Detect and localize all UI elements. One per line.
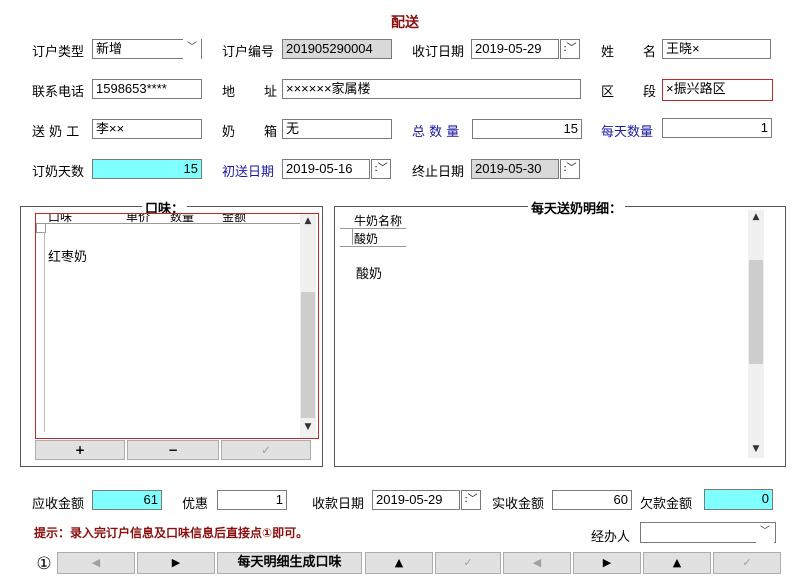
box-label-b: 箱 [264,125,278,140]
flavor-col-flavor: 口味 [48,214,73,224]
district-field[interactable]: ×振兴路区 [662,79,773,101]
chevron-down-icon[interactable]: ▼ [748,444,764,454]
order-days-field[interactable]: 15 [92,159,202,179]
phone-field[interactable]: 1598653**** [92,79,202,99]
address-field[interactable]: ××××××家属楼 [282,79,581,99]
flavor-row[interactable]: 红枣奶 [48,246,87,265]
chevron-up-icon[interactable]: ▲ [300,216,316,226]
remove-flavor-button[interactable]: − [127,440,219,460]
daily-row-selector[interactable] [340,228,353,245]
triangle-left-icon: ◀ [91,556,101,569]
start-date-field[interactable]: 2019-05-16 [282,159,370,179]
box-label-a: 奶 [222,125,236,140]
scroll-thumb[interactable] [301,292,315,418]
order-type-value: 新增 [96,41,123,56]
hint-text: 提示：录入完订户信息及口味信息后直接点①即可。 [34,526,309,540]
receivable-field[interactable]: 61 [92,490,162,510]
next-record-button[interactable]: ▶ [137,552,215,574]
check-icon: ✓ [742,556,752,569]
address-label-b: 址 [264,85,278,100]
spinner-icon[interactable]: :﹀ [461,490,481,510]
window-title: 配送 [391,15,419,31]
chevron-up-icon[interactable]: ▲ [748,212,764,222]
scroll-thumb[interactable] [749,260,763,364]
flavor-col-qty: 数量 [170,214,195,224]
worker-field[interactable]: 李×× [92,119,202,139]
name-field[interactable]: 王晓× [662,39,771,59]
daily-header-row: 酸奶 [340,228,406,247]
order-no-label: 订户编号 [222,45,275,60]
check-icon: ✓ [260,443,272,457]
confirm-flavor-button[interactable]: ✓ [221,440,311,460]
flavor-scrollbar[interactable]: ▲ ▼ [300,214,316,438]
name-label: 名 [643,45,657,60]
add-flavor-button[interactable]: + [35,440,125,460]
chevron-down-icon[interactable]: ﹀ [183,39,201,59]
triangle-up-icon: ▲ [672,556,682,569]
total-quantity-field[interactable]: 15 [472,119,582,139]
chevron-down-icon[interactable]: ﹀ [756,523,774,543]
triangle-right-icon: ▶ [602,556,612,569]
next-button-b[interactable]: ▶ [573,552,641,574]
daily-row[interactable]: 酸奶 [356,263,382,282]
triangle-right-icon: ▶ [171,556,181,569]
total-quantity-label: 总 数 量 [412,125,460,140]
handler-label: 经办人 [591,530,631,545]
move-up-button[interactable]: ▲ [365,552,433,574]
order-no-field[interactable]: 201905290004 [282,39,392,59]
district-label-b: 段 [643,85,657,100]
order-days-label: 订奶天数 [32,165,85,180]
spinner-icon[interactable]: :﹀ [560,159,580,179]
generate-flavor-button[interactable]: 每天明细生成口味 [217,552,362,574]
confirm-button-b[interactable]: ✓ [713,552,781,574]
flavor-grid[interactable]: 口味 单价 数量 金额 红枣奶 ▲ ▼ [35,213,319,439]
order-date-field[interactable]: 2019-05-29 [471,39,559,59]
daily-quantity-field[interactable]: 1 [662,118,772,138]
pay-date-field[interactable]: 2019-05-29 [372,490,460,510]
prev-button-b[interactable]: ◀ [503,552,571,574]
daily-grid-header: 牛奶名称 [340,210,406,229]
address-label-a: 地 [222,85,236,100]
flavor-col-price: 单价 [126,214,151,224]
pay-date-label: 收款日期 [312,497,365,512]
grid-divider [44,232,45,432]
move-up-button-b[interactable]: ▲ [643,552,711,574]
surname-label: 姓 [601,45,615,60]
phone-label: 联系电话 [32,85,85,100]
prev-record-button[interactable]: ◀ [57,552,135,574]
flavor-col-amount: 金额 [222,214,247,224]
chevron-down-icon[interactable]: ▼ [300,422,316,432]
paid-label: 实收金额 [492,497,545,512]
spinner-icon[interactable]: :﹀ [560,39,580,59]
spinner-icon[interactable]: :﹀ [371,159,391,179]
daily-quantity-label: 每天数量 [601,125,654,140]
box-field[interactable]: 无 [282,119,392,139]
daily-header-row-text: 酸奶 [354,232,379,246]
end-date-label: 终止日期 [412,165,465,180]
daily-scrollbar[interactable]: ▲ ▼ [748,210,764,458]
paid-field[interactable]: 60 [552,490,632,510]
flavor-grid-header: 口味 单价 数量 金额 [36,214,300,224]
start-date-label: 初送日期 [222,165,275,180]
discount-field[interactable]: 1 [217,490,287,510]
discount-label: 优惠 [182,497,209,512]
triangle-up-icon: ▲ [394,556,404,569]
owed-field[interactable]: 0 [704,489,773,510]
worker-label: 送 奶 工 [32,125,80,140]
run-circle-icon[interactable]: ① [34,554,54,574]
daily-col-milk-name: 牛奶名称 [354,214,403,228]
end-date-field[interactable]: 2019-05-30 [471,159,559,179]
owed-label: 欠款金额 [640,497,693,512]
order-date-label: 收订日期 [412,45,465,60]
receivable-label: 应收金额 [32,497,85,512]
order-type-label: 订户类型 [32,45,85,60]
district-label-a: 区 [601,85,615,100]
confirm-button-a[interactable]: ✓ [435,552,501,574]
check-icon: ✓ [463,556,473,569]
daily-grid[interactable]: 牛奶名称 酸奶 酸奶 ▲ ▼ [340,210,764,460]
triangle-left-icon: ◀ [532,556,542,569]
